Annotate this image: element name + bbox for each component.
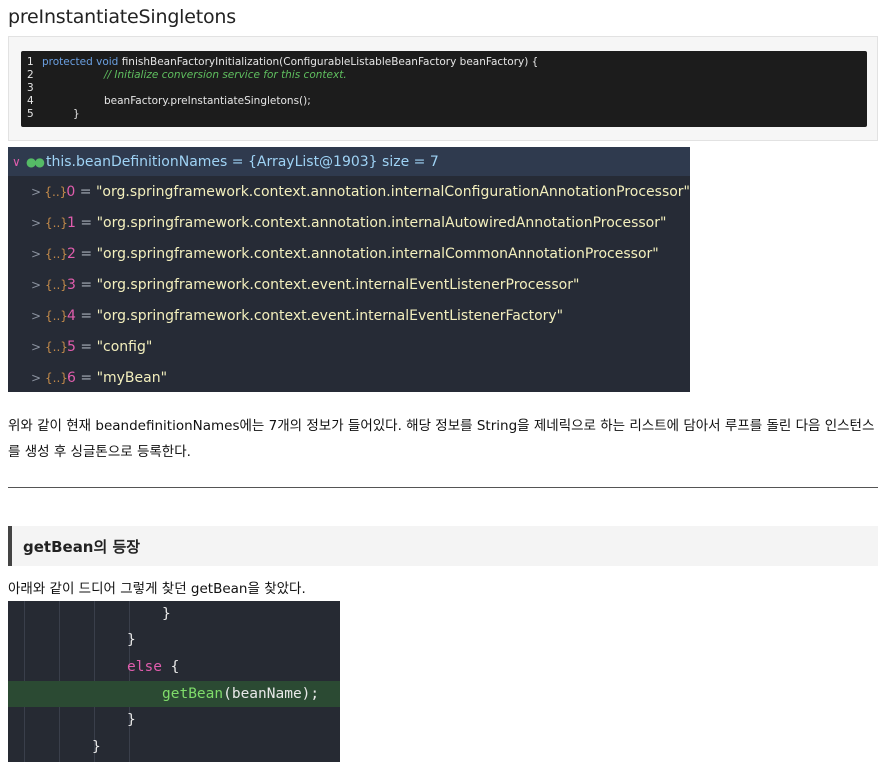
object-icon: {..} xyxy=(45,308,68,323)
debugger-list-item[interactable]: > {..} 4 = "org.springframework.context.… xyxy=(8,300,690,331)
code-text: beanFactory.preInstantiateSingletons(); xyxy=(104,95,311,107)
debugger-list-item[interactable]: > {..} 5 = "config" xyxy=(8,331,690,362)
item-value: "org.springframework.context.annotation.… xyxy=(95,183,690,200)
code-text: } xyxy=(73,108,80,120)
item-value: "myBean" xyxy=(96,369,168,386)
item-value: "org.springframework.context.annotation.… xyxy=(96,245,659,262)
code-args: (beanName); xyxy=(223,686,320,702)
line-number: 3 xyxy=(27,82,34,94)
debugger-list-item[interactable]: > {..} 0 = "org.springframework.context.… xyxy=(8,176,690,207)
line-number: 2 xyxy=(27,69,34,81)
code-brace: } xyxy=(127,712,136,728)
item-index: 4 xyxy=(67,307,76,324)
code-screenshot: } } else { getBean (beanName); } } xyxy=(8,601,340,762)
code-line: } xyxy=(8,601,340,627)
item-value: "org.springframework.context.annotation.… xyxy=(96,214,667,231)
watch-glasses-icon: ●● xyxy=(26,154,45,169)
item-index: 2 xyxy=(67,245,76,262)
chevron-right-icon[interactable]: > xyxy=(31,371,45,385)
code-line-highlighted: getBean (beanName); xyxy=(8,681,340,707)
code-brace: } xyxy=(162,606,171,622)
line-number: 1 xyxy=(27,56,34,68)
chevron-right-icon[interactable]: > xyxy=(31,340,45,354)
code-line: 3 xyxy=(21,82,867,95)
line-number: 5 xyxy=(27,108,34,120)
page-title: preInstantiateSingletons xyxy=(8,6,236,28)
code-brace: } xyxy=(92,739,101,755)
debugger-variable-header[interactable]: ∨ ●● this.beanDefinitionNames = {ArrayLi… xyxy=(8,147,690,176)
chevron-right-icon[interactable]: > xyxy=(31,309,45,323)
code-line: } xyxy=(8,707,340,733)
keyword: protected xyxy=(42,56,93,68)
chevron-right-icon[interactable]: > xyxy=(31,185,44,199)
debugger-list-item[interactable]: > {..} 3 = "org.springframework.context.… xyxy=(8,269,690,300)
object-icon: {..} xyxy=(45,246,68,261)
item-index: 3 xyxy=(67,276,76,293)
code-block: 1 protected void finishBeanFactoryInitia… xyxy=(21,51,867,127)
debugger-variables-panel: ∨ ●● this.beanDefinitionNames = {ArrayLi… xyxy=(8,147,690,392)
item-index: 1 xyxy=(67,214,76,231)
chevron-right-icon[interactable]: > xyxy=(31,247,45,261)
item-value: "org.springframework.context.event.inter… xyxy=(96,307,564,324)
section-heading-text: getBean의 등장 xyxy=(23,537,141,556)
item-value: "config" xyxy=(96,338,153,355)
code-text: finishBeanFactoryInitialization(Configur… xyxy=(118,56,539,68)
code-comment: // Initialize conversion service for thi… xyxy=(104,69,347,81)
code-brace: } xyxy=(127,632,136,648)
code-line: 1 protected void finishBeanFactoryInitia… xyxy=(21,56,867,69)
code-line: 5 } xyxy=(21,108,867,121)
debugger-list-item[interactable]: > {..} 2 = "org.springframework.context.… xyxy=(8,238,690,269)
getbean-call: getBean xyxy=(162,686,224,702)
code-line: } xyxy=(8,734,340,760)
section-heading: getBean의 등장 xyxy=(8,526,878,566)
page: preInstantiateSingletons 1 protected voi… xyxy=(0,0,879,762)
item-index: 5 xyxy=(67,338,76,355)
object-icon: {..} xyxy=(45,215,68,230)
code-line: else { xyxy=(8,654,340,680)
line-number: 4 xyxy=(27,95,34,107)
item-index: 6 xyxy=(67,369,76,386)
divider xyxy=(8,487,878,488)
object-icon: {..} xyxy=(45,339,68,354)
object-icon: {..} xyxy=(45,370,68,385)
body-paragraph-2: 아래와 같이 드디어 그렇게 찾던 getBean을 찾았다. xyxy=(8,581,306,597)
object-icon: {..} xyxy=(44,184,68,199)
code-block-container: 1 protected void finishBeanFactoryInitia… xyxy=(8,36,878,141)
keyword: void xyxy=(96,56,119,68)
chevron-right-icon[interactable]: > xyxy=(31,278,45,292)
else-keyword: else xyxy=(127,659,162,675)
chevron-right-icon[interactable]: > xyxy=(31,216,45,230)
object-icon: {..} xyxy=(45,277,68,292)
code-brace: { xyxy=(161,659,180,675)
item-value: "org.springframework.context.event.inter… xyxy=(96,276,580,293)
chevron-down-icon[interactable]: ∨ xyxy=(12,155,26,169)
code-line: } xyxy=(8,627,340,653)
variable-header-text: this.beanDefinitionNames = {ArrayList@19… xyxy=(46,153,439,170)
debugger-list-item[interactable]: > {..} 6 = "myBean" xyxy=(8,362,690,393)
body-paragraph: 위와 같이 현재 beandefinitionNames에는 7개의 정보가 들… xyxy=(8,418,875,460)
debugger-list-item[interactable]: > {..} 1 = "org.springframework.context.… xyxy=(8,207,690,238)
code-line: 4 beanFactory.preInstantiateSingletons()… xyxy=(21,95,867,108)
item-index: 0 xyxy=(66,183,76,200)
code-line: 2 // Initialize conversion service for t… xyxy=(21,69,867,82)
